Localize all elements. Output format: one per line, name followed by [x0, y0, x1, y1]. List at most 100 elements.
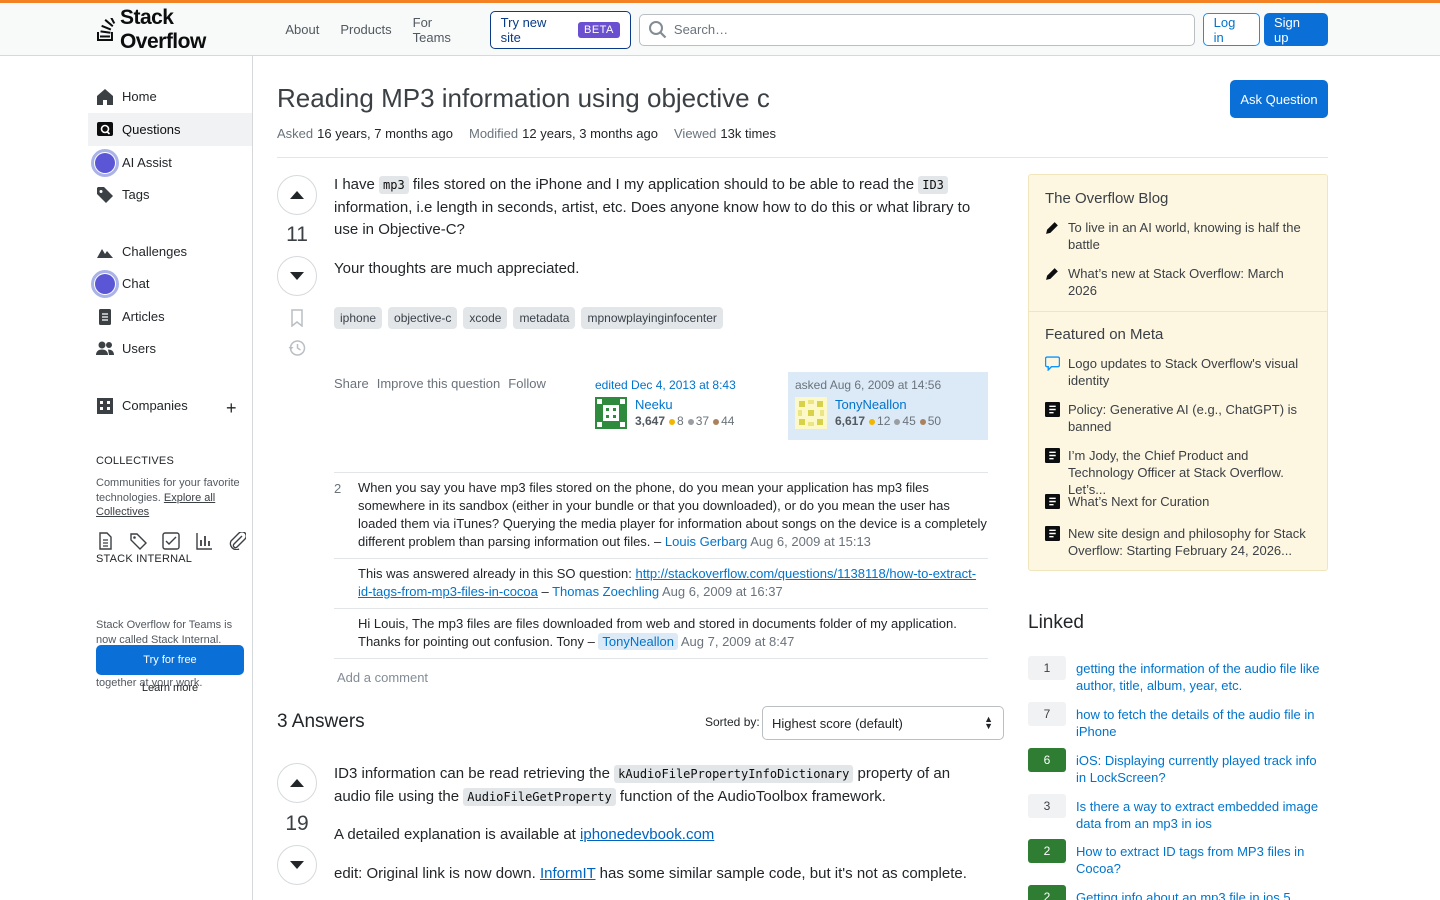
bookmark-icon[interactable]: [288, 309, 306, 327]
iphonedevbook-link[interactable]: iphonedevbook.com: [580, 826, 714, 843]
sidebar-item-ai-assist[interactable]: AI Assist: [88, 146, 252, 179]
avatar[interactable]: [795, 397, 827, 429]
sort-select[interactable]: Highest score (default) ▲ ▼: [762, 706, 1004, 740]
avatar[interactable]: [595, 397, 627, 429]
blog-item-text: What’s new at Stack Overflow: March 2026: [1068, 266, 1284, 298]
downvote-button[interactable]: [277, 256, 317, 296]
comment-date[interactable]: Aug 7, 2009 at 8:47: [681, 634, 794, 649]
linked-question-link[interactable]: Getting info about an mp3 file in ios 5: [1076, 889, 1291, 900]
tag-xcode[interactable]: xcode: [463, 307, 508, 329]
stack-internal-icons: [96, 531, 249, 551]
sidebar-item-questions[interactable]: Questions: [88, 113, 252, 146]
asked-value: 16 years, 7 months ago: [317, 126, 453, 141]
modified-value[interactable]: 12 years, 3 months ago: [522, 126, 658, 141]
meta-item[interactable]: Policy: Generative AI (e.g., ChatGPT) is…: [1045, 401, 1315, 435]
header-divider: [277, 157, 1328, 158]
search-icon: [648, 20, 667, 38]
answer-paragraph-2: A detailed explanation is available at i…: [334, 824, 989, 847]
meta-item[interactable]: Logo updates to Stack Overflow's visual …: [1045, 355, 1315, 389]
learn-more-link[interactable]: Learn more: [96, 682, 244, 694]
sidebar-item-articles[interactable]: Articles: [88, 300, 252, 333]
add-collective-icon[interactable]: +: [226, 398, 237, 419]
nav-products[interactable]: Products: [340, 22, 391, 37]
editor-name[interactable]: Neeku: [635, 397, 734, 412]
ask-question-button[interactable]: Ask Question: [1230, 80, 1328, 118]
inline-code: ID3: [918, 176, 948, 194]
linked-question-link[interactable]: getting the information of the audio fil…: [1076, 660, 1328, 694]
tag-iphone[interactable]: iphone: [334, 307, 383, 329]
informit-link[interactable]: InformIT: [540, 865, 596, 882]
comment-user-owner[interactable]: TonyNeallon: [598, 633, 678, 650]
tag-metadata[interactable]: metadata: [513, 307, 576, 329]
comment-date[interactable]: Aug 6, 2009 at 15:13: [750, 534, 871, 549]
try-for-free-button[interactable]: Try for free: [96, 645, 244, 675]
comment-item: Hi Louis, The mp3 files are files downlo…: [334, 609, 988, 659]
try-new-site-button[interactable]: Try new site BETA: [489, 10, 631, 49]
meta-item[interactable]: What’s Next for Curation: [1045, 493, 1315, 510]
signup-button[interactable]: Sign up: [1264, 13, 1328, 46]
linked-question-link[interactable]: How to extract ID tags from MP3 files in…: [1076, 843, 1328, 877]
linked-question-link[interactable]: iOS: Displaying currently played track i…: [1076, 752, 1328, 786]
improve-question-link[interactable]: Improve this question: [377, 376, 501, 391]
search-input[interactable]: Search…: [638, 13, 1195, 46]
viewed-meta: Viewed 13k times: [674, 126, 776, 141]
stack-exchange-icon: [1045, 494, 1060, 509]
linked-question-link[interactable]: how to fetch the details of the audio fi…: [1076, 706, 1328, 740]
linked-score: 3: [1028, 794, 1066, 818]
sidebar-item-tags[interactable]: Tags: [88, 178, 252, 211]
answer-score: 19: [285, 812, 309, 835]
upvote-arrow-icon: [290, 191, 304, 199]
meta-item[interactable]: New site design and philosophy for Stack…: [1045, 525, 1315, 559]
logo-text: Stack Overflow: [119, 5, 206, 53]
edited-timestamp[interactable]: edited Dec 4, 2013 at 8:43: [595, 378, 781, 392]
sidebar-label-home: Home: [122, 89, 157, 104]
featured-meta-heading: Featured on Meta: [1045, 326, 1164, 343]
speech-bubble-icon: [1045, 356, 1060, 371]
nav-about[interactable]: About: [285, 22, 319, 37]
ai-assist-icon: [91, 148, 119, 177]
downvote-arrow-icon: [290, 272, 304, 280]
tag-objective-c[interactable]: objective-c: [388, 307, 458, 329]
answer-upvote-button[interactable]: [277, 763, 317, 803]
blog-item[interactable]: To live in an AI world, knowing is half …: [1045, 219, 1315, 253]
comment-date[interactable]: Aug 6, 2009 at 16:37: [662, 584, 783, 599]
gold-badges: 12: [877, 414, 891, 428]
blog-item[interactable]: What’s new at Stack Overflow: March 2026: [1045, 265, 1315, 299]
login-button[interactable]: Log in: [1202, 13, 1260, 46]
asked-label: Asked: [277, 126, 314, 141]
owner-name[interactable]: TonyNeallon: [835, 397, 941, 412]
nav-for-teams[interactable]: For Teams: [413, 15, 474, 45]
paperclip-icon: [228, 531, 249, 551]
upvote-button[interactable]: [277, 175, 317, 215]
add-comment-link[interactable]: Add a comment: [337, 670, 428, 685]
sidebar-item-home[interactable]: Home: [88, 80, 252, 113]
sidebar-item-challenges[interactable]: Challenges: [88, 235, 252, 268]
pencil-icon: [1046, 268, 1058, 280]
tag-mpnowplayinginfocenter[interactable]: mpnowplayinginfocenter: [581, 307, 723, 329]
linked-question-link[interactable]: Is there a way to extract embedded image…: [1076, 798, 1328, 832]
sidebar-item-users[interactable]: Users: [88, 332, 252, 365]
follow-link[interactable]: Follow: [508, 376, 546, 391]
checklist-icon: [162, 532, 183, 550]
answer-downvote-button[interactable]: [277, 845, 317, 885]
question-title[interactable]: Reading MP3 information using objective …: [277, 83, 770, 114]
share-link[interactable]: Share: [334, 376, 369, 391]
comment-user[interactable]: Thomas Zoechling: [552, 584, 659, 599]
sorted-by-label: Sorted by:: [705, 715, 760, 729]
meta-item[interactable]: I’m Jody, the Chief Product and Technolo…: [1045, 447, 1315, 498]
text-span: ID3 information can be read retrieving t…: [334, 765, 615, 782]
history-icon[interactable]: [288, 339, 306, 357]
linked-item: 2 Getting info about an mp3 file in ios 5: [1028, 885, 1328, 900]
sidebar-item-chat[interactable]: Chat: [88, 267, 252, 300]
gold-badges: 8: [677, 414, 684, 428]
comment-user[interactable]: Louis Gerbarg: [665, 534, 747, 549]
comment-item: This was answered already in this SO que…: [334, 559, 988, 609]
viewed-value: 13k times: [720, 126, 777, 141]
chat-icon: [91, 269, 119, 298]
linked-item: 6 iOS: Displaying currently played track …: [1028, 748, 1328, 786]
stack-overflow-logo[interactable]: Stack Overflow: [96, 3, 264, 56]
text-span: I have: [334, 176, 380, 193]
linked-item: 1 getting the information of the audio fi…: [1028, 656, 1328, 694]
stack-exchange-icon: [1045, 526, 1060, 541]
asked-timestamp: asked Aug 6, 2009 at 14:56: [795, 378, 942, 392]
